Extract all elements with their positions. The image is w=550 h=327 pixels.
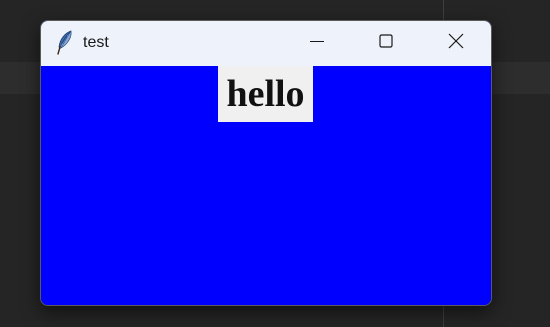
hello-label: hello: [218, 66, 313, 122]
title-bar[interactable]: test: [41, 21, 491, 66]
maximize-icon: [378, 33, 394, 54]
minimize-button[interactable]: [294, 21, 340, 66]
maximize-button[interactable]: [363, 21, 409, 66]
close-icon: [447, 32, 465, 55]
feather-icon: [55, 30, 75, 56]
minimize-icon: [309, 33, 325, 54]
close-button[interactable]: [433, 21, 479, 66]
app-window: test hello: [40, 20, 492, 306]
window-title: test: [83, 34, 109, 51]
window-content: hello: [41, 66, 491, 305]
